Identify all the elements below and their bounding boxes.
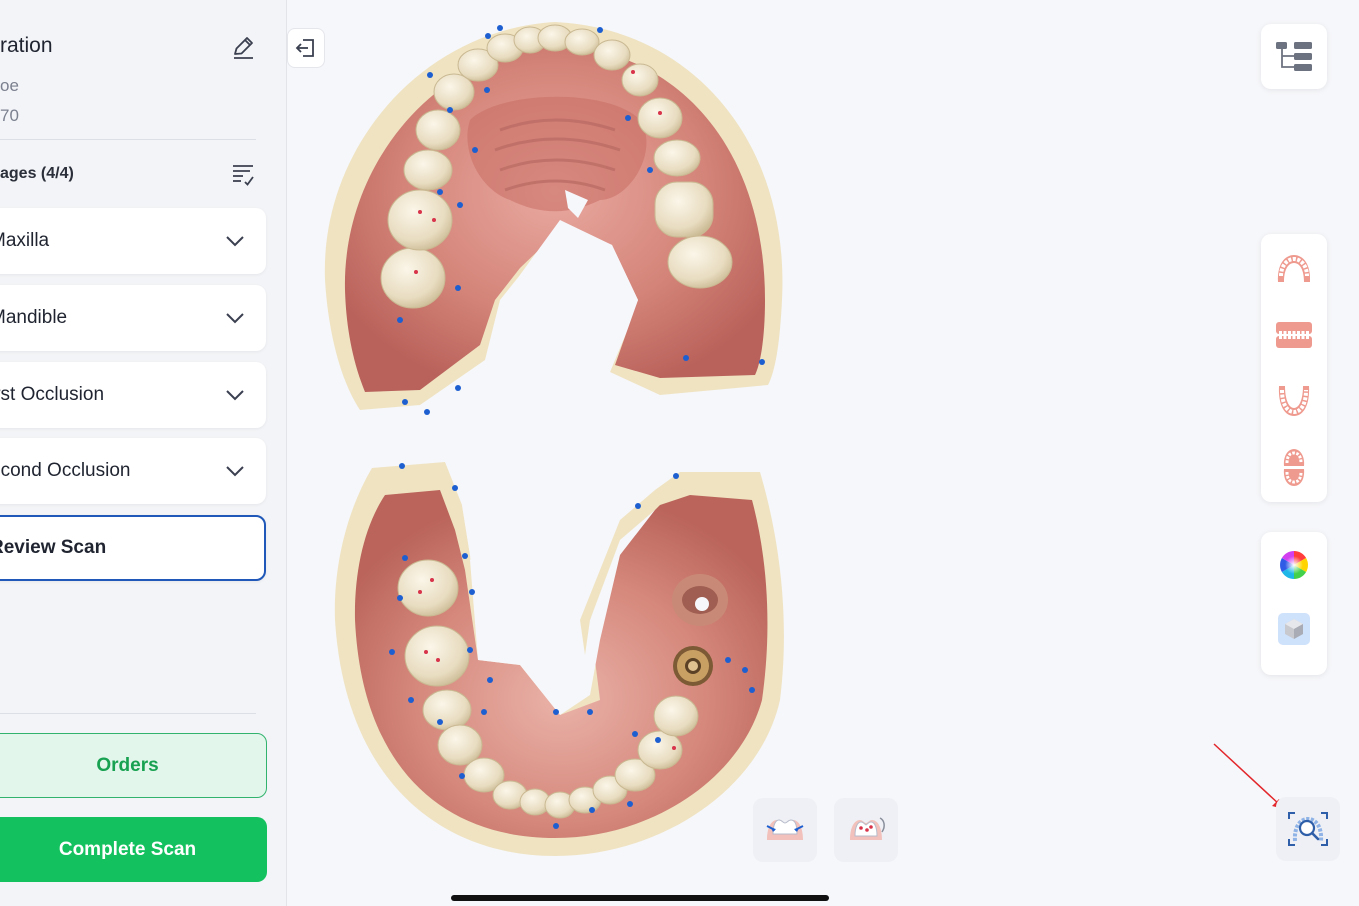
patient-name: oe: [0, 76, 19, 95]
list-filter-icon: [233, 165, 254, 186]
patient-id: 70: [0, 106, 19, 125]
tooth-marker-icon: [850, 817, 885, 840]
chevron-down-icon: [226, 236, 244, 247]
tree-hierarchy-icon: [1276, 42, 1312, 71]
chevron-down-icon: [226, 313, 244, 324]
stage-mandible[interactable]: Mandible: [0, 285, 266, 351]
stage-label: Mandible: [0, 307, 68, 328]
bite-view-icon: [1276, 322, 1312, 348]
jaw-view-panel: [1261, 234, 1327, 502]
open-jaw-icon: [1283, 449, 1305, 486]
stages-label: ages (4/4): [0, 165, 74, 182]
stage-label: irst Occlusion: [0, 384, 105, 405]
upper-jaw-icon: [1277, 255, 1311, 282]
stage-label: Maxilla: [0, 230, 50, 251]
exit-icon: [295, 39, 314, 57]
lower-jaw-view-button[interactable]: [1271, 378, 1317, 424]
marker-tool-button[interactable]: [834, 798, 898, 862]
complete-scan-button[interactable]: Complete Scan: [0, 817, 267, 882]
render-mode-panel: [1261, 532, 1327, 675]
edit-button[interactable]: [228, 32, 258, 62]
cube-icon: [1278, 613, 1310, 645]
bite-view-button[interactable]: [1271, 312, 1317, 358]
chevron-down-icon: [226, 390, 244, 401]
collapse-sidebar-button[interactable]: [287, 28, 325, 68]
open-jaw-view-button[interactable]: [1271, 444, 1317, 490]
margin-tool-button[interactable]: [753, 798, 817, 862]
chevron-down-icon: [226, 466, 244, 477]
scan-review-button[interactable]: [1276, 797, 1340, 861]
upper-jaw-scan: [324, 22, 783, 415]
stage-maxilla[interactable]: Maxilla: [0, 208, 266, 274]
stage-first-occlusion[interactable]: irst Occlusion: [0, 362, 266, 428]
lower-jaw-icon: [1278, 386, 1310, 416]
color-mode-button[interactable]: [1271, 542, 1317, 588]
stage-label: econd Occlusion: [0, 460, 131, 481]
stage-label: Review Scan: [0, 537, 107, 558]
pencil-icon: [234, 37, 253, 59]
scan-review-icon: [1288, 812, 1328, 846]
tree-view-button[interactable]: [1261, 24, 1327, 89]
divider: [0, 713, 256, 714]
guide-arrow: [1213, 743, 1284, 809]
stage-second-occlusion[interactable]: econd Occlusion: [0, 438, 266, 504]
scan-viewer[interactable]: [287, 0, 1359, 906]
sidebar: ration oe 70 ages (4/4) Maxilla Mandible…: [0, 0, 287, 906]
upper-jaw-view-button[interactable]: [1271, 246, 1317, 292]
page-title: ration: [0, 34, 53, 57]
home-indicator: [451, 895, 829, 901]
stage-review-scan[interactable]: Review Scan: [0, 515, 266, 581]
divider: [0, 139, 256, 140]
color-wheel-icon: [1280, 551, 1308, 579]
tooth-margin-icon: [766, 819, 804, 840]
mono-mode-button[interactable]: [1271, 606, 1317, 652]
orders-button[interactable]: Orders: [0, 733, 267, 798]
stages-list-button[interactable]: [228, 158, 258, 188]
lower-jaw-scan: [334, 462, 784, 856]
